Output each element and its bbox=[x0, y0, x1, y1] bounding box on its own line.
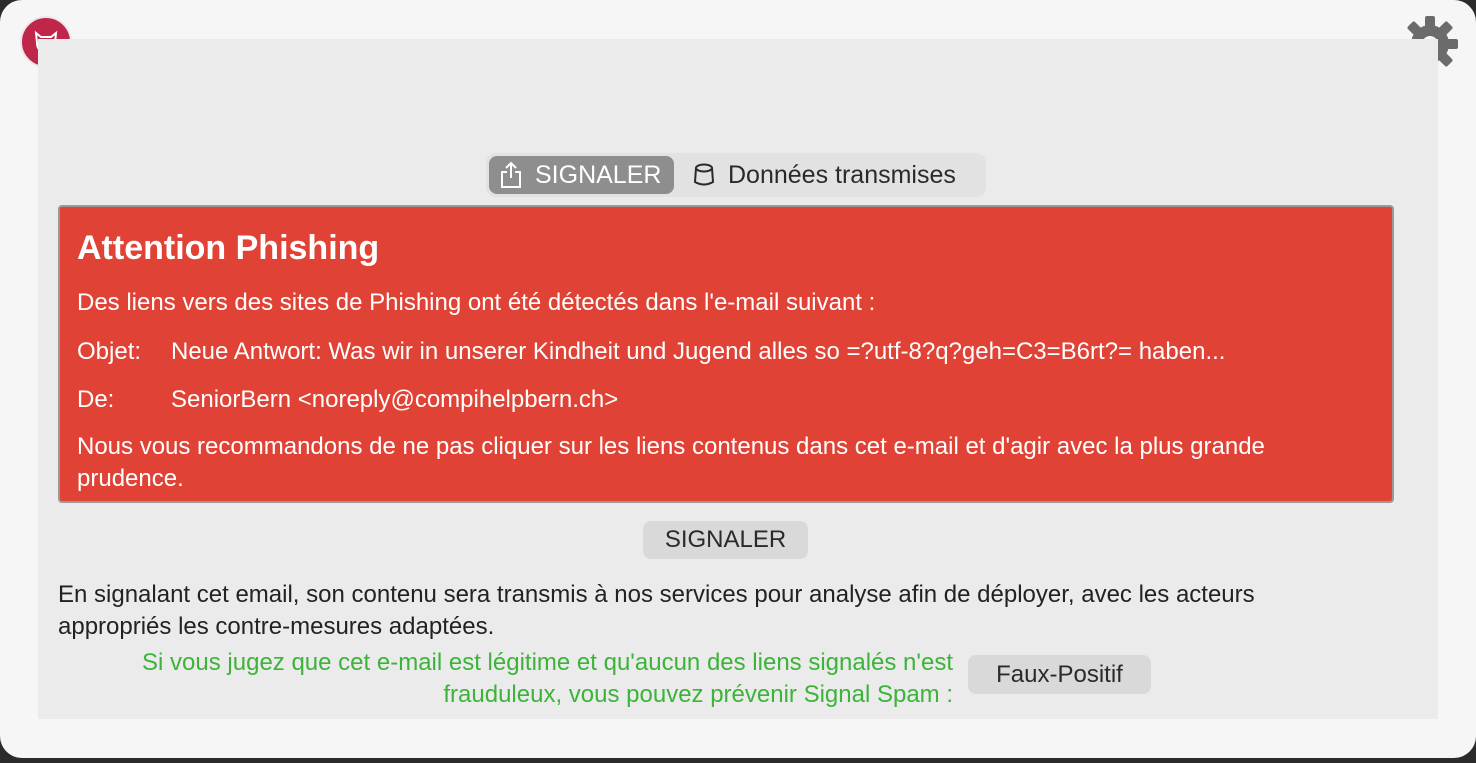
share-icon bbox=[501, 161, 521, 188]
tab-bar: SIGNALER Données transmises bbox=[486, 153, 986, 197]
tab-signaler[interactable]: SIGNALER bbox=[489, 156, 674, 194]
tab-signaler-label: SIGNALER bbox=[535, 160, 662, 189]
subject-value: Neue Antwort: Was wir in unserer Kindhei… bbox=[171, 338, 1226, 365]
from-value: SeniorBern <noreply@compihelpbern.ch> bbox=[171, 386, 619, 413]
tab-donnees-label: Données transmises bbox=[728, 160, 956, 189]
false-positive-button[interactable]: Faux-Positif bbox=[968, 655, 1151, 694]
info-text: En signalant cet email, son contenu sera… bbox=[58, 581, 1255, 640]
from-label: De: bbox=[77, 386, 115, 413]
alert-recommendation: Nous vous recommandons de ne pas cliquer… bbox=[77, 433, 1265, 492]
main-panel: SIGNALER Données transmises Attention Ph… bbox=[38, 39, 1438, 719]
alert-title: Attention Phishing bbox=[77, 229, 380, 267]
false-positive-note: Si vous jugez que cet e-mail est légitim… bbox=[142, 649, 953, 708]
tab-donnees-transmises[interactable]: Données transmises bbox=[674, 156, 956, 194]
database-icon bbox=[693, 163, 715, 186]
report-button[interactable]: SIGNALER bbox=[643, 521, 808, 559]
phishing-alert-box: Attention Phishing Des liens vers des si… bbox=[58, 205, 1394, 503]
subject-label: Objet: bbox=[77, 338, 142, 365]
alert-intro: Des liens vers des sites de Phishing ont… bbox=[77, 289, 876, 316]
extension-window: SIGNALER Données transmises Attention Ph… bbox=[0, 0, 1476, 758]
